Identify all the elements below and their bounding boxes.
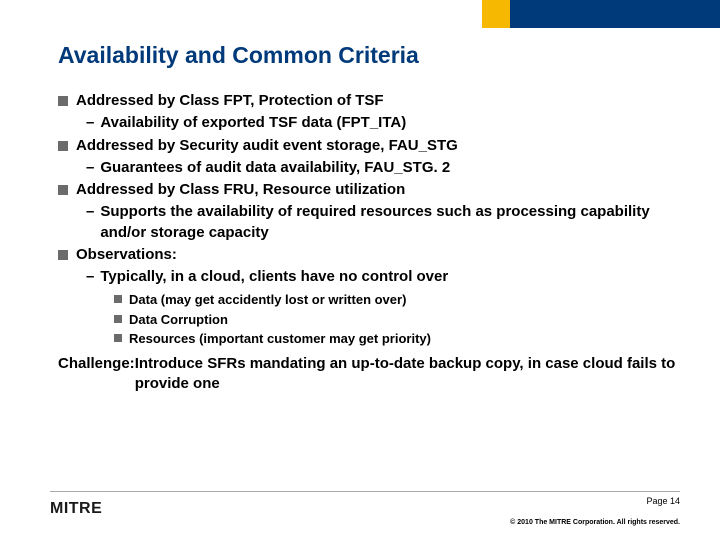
bullet-level3: Data (may get accidently lost or written…: [114, 291, 680, 309]
square-bullet-icon: [58, 141, 68, 151]
page-label: Page: [646, 496, 670, 506]
slide-title: Availability and Common Criteria: [58, 42, 680, 69]
mitre-logo: MITRE: [50, 500, 102, 518]
bullet-level3: Resources (important customer may get pr…: [114, 330, 680, 348]
bullet-text: Data (may get accidently lost or written…: [129, 291, 406, 309]
bullet-text: Observations:: [76, 245, 177, 265]
bullet-text: Addressed by Class FPT, Protection of TS…: [76, 91, 384, 111]
bullet-text: Typically, in a cloud, clients have no c…: [100, 267, 448, 287]
accent-blue-bar: [510, 0, 720, 28]
square-bullet-icon: [58, 185, 68, 195]
slide-content: Availability and Common Criteria Address…: [58, 42, 680, 394]
top-accent-bar: [482, 0, 720, 28]
square-bullet-icon: [58, 250, 68, 260]
bullet-text: Supports the availability of required re…: [100, 202, 680, 243]
challenge-line: Challenge: Introduce SFRs mandating an u…: [58, 354, 680, 395]
bullet-text: Addressed by Security audit event storag…: [76, 136, 458, 156]
logo-text: MITRE: [50, 500, 102, 517]
dash-bullet-icon: –: [86, 158, 94, 178]
bullet-level1: Addressed by Security audit event storag…: [58, 136, 680, 156]
footer-divider: [50, 491, 680, 492]
dash-bullet-icon: –: [86, 202, 94, 243]
square-bullet-icon: [58, 96, 68, 106]
bullet-level1: Addressed by Class FPT, Protection of TS…: [58, 91, 680, 111]
bullet-level2: – Guarantees of audit data availability,…: [86, 158, 680, 178]
challenge-text: Introduce SFRs mandating an up-to-date b…: [135, 354, 680, 395]
bullet-text: Guarantees of audit data availability, F…: [100, 158, 450, 178]
bullet-level2: – Availability of exported TSF data (FPT…: [86, 113, 680, 133]
accent-yellow-square: [482, 0, 510, 28]
bullet-level3-group: Data (may get accidently lost or written…: [114, 291, 680, 348]
square-bullet-icon: [114, 315, 122, 323]
dash-bullet-icon: –: [86, 267, 94, 287]
bullet-text: Resources (important customer may get pr…: [129, 330, 431, 348]
dash-bullet-icon: –: [86, 113, 94, 133]
bullet-level1: Addressed by Class FRU, Resource utiliza…: [58, 180, 680, 200]
bullet-text: Availability of exported TSF data (FPT_I…: [100, 113, 406, 133]
challenge-label: Challenge:: [58, 354, 135, 395]
bullet-text: Data Corruption: [129, 311, 228, 329]
bullet-list: Addressed by Class FPT, Protection of TS…: [58, 91, 680, 394]
square-bullet-icon: [114, 295, 122, 303]
bullet-level1: Observations:: [58, 245, 680, 265]
bullet-level3: Data Corruption: [114, 311, 680, 329]
page-num-value: 14: [670, 496, 680, 506]
square-bullet-icon: [114, 334, 122, 342]
bullet-text: Addressed by Class FRU, Resource utiliza…: [76, 180, 405, 200]
bullet-level2: – Supports the availability of required …: [86, 202, 680, 243]
bullet-level2: – Typically, in a cloud, clients have no…: [86, 267, 680, 287]
copyright-text: © 2010 The MITRE Corporation. All rights…: [510, 519, 680, 526]
page-number: Page 14: [646, 496, 680, 506]
